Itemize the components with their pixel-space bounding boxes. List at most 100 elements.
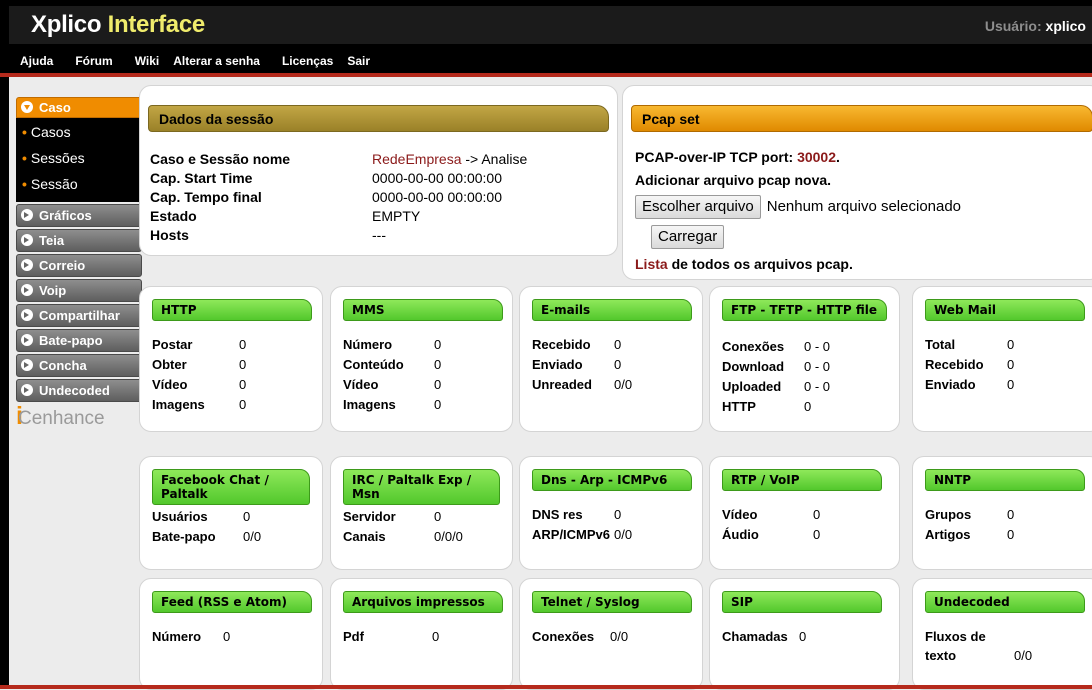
sidebar-item-label: Voip [39,283,67,298]
menu-forum[interactable]: Fórum [75,54,112,68]
stat-value: 0 [614,357,622,372]
stat-label: ARP/ICMPv6 [532,527,611,542]
stat-label: Vídeo [343,377,379,392]
sidebar-item-label: Concha [39,358,87,373]
card-title: Telnet / Syslog [532,591,692,613]
card-title: Arquivos impressos [343,591,503,613]
card-arquivos-impressos: Arquivos impressos Pdf 0 [330,578,513,690]
stat-value: 0/0 [614,527,633,542]
sidebar-subitem-label: Sessões [30,150,85,166]
app-title-xplico: Xplico [31,11,102,38]
stat-label: Bate-papo [152,529,216,544]
sidebar-item-label: Teia [39,233,65,248]
card-title: Dns - Arp - ICMPv6 [532,469,692,491]
pcap-list-line: Lista de todos os arquivos pcap. [635,256,853,272]
stat-label: Chamadas [722,629,788,644]
card-e-mails: E-mails Recebido 0 Enviado 0 Unreaded 0/0 [519,286,703,432]
case-link[interactable]: RedeEmpresa [372,151,462,167]
card-title: RTP / VoIP [722,469,882,491]
stat-label: Imagens [343,397,396,412]
expand-icon [21,309,33,321]
stat-value: 0 - 0 [804,359,831,374]
sidebar-item-graficos[interactable]: Gráficos [16,204,142,227]
sidebar-item-compartilhar[interactable]: Compartilhar [16,304,142,327]
menu-alterar-senha[interactable]: Alterar a senha [173,54,260,68]
stat-label: Fluxos de texto [925,629,986,663]
stat-value: 0 - 0 [804,379,831,394]
enhance-logo[interactable]: i Cenhance [16,402,142,430]
stat-value: 0 [614,507,622,522]
stat-value: 0 [1007,507,1015,522]
sidebar-item-undecoded[interactable]: Undecoded [16,379,142,402]
upload-button[interactable]: Carregar [651,225,725,249]
menu-ajuda[interactable]: Ajuda [20,54,53,68]
stat-value: 0 [434,357,442,372]
expand-icon [21,384,33,396]
sidebar-subitem-casos[interactable]: • Casos [16,120,142,146]
menu-licencas[interactable]: Licenças [282,54,333,68]
card-ftp-tftp-http-file: FTP - TFTP - HTTP file Conexões 0 - 0 Downl… [709,286,900,432]
card-title: FTP - TFTP - HTTP file [722,299,887,321]
card-title: Facebook Chat / Paltalk [152,469,310,505]
session-panel: Dados da sessão Caso e Sessão nome RedeE… [139,85,618,256]
card-undecoded: Undecoded Fluxos de texto 0/0 [912,578,1092,690]
hosts-label: Hosts [150,227,189,243]
card-feed-rss-e-atom: Feed (RSS e Atom) Número 0 [139,578,323,690]
stat-label: Pdf [343,629,364,644]
session-value: RedeEmpresa -> Analise [372,150,527,169]
stat-value: 0 [239,397,247,412]
app-header: Xplico Interface Usuário: xplico [0,0,1092,44]
card-telnet-syslog: Telnet / Syslog Conexões 0/0 [519,578,703,690]
user-name: xplico [1045,18,1086,34]
stat-value: 0 - 0 [804,339,831,354]
session-label: Caso e Sessão nome [150,151,291,167]
expand-icon [21,284,33,296]
stat-value: 0 [1007,377,1015,392]
bullet-icon: • [22,124,27,140]
choose-file-button[interactable]: Escolher arquivo [635,195,761,219]
card-title: Undecoded [925,591,1085,613]
stat-value: 0 [799,629,807,644]
card-title: SIP [722,591,882,613]
stat-value: 0 [434,377,442,392]
stat-value: 0 [1007,337,1015,352]
pcap-port-suffix: . [836,149,840,165]
sidebar-section-caso[interactable]: Caso [16,97,142,118]
sidebar-subitem-sessao[interactable]: • Sessão [16,172,142,198]
stat-label: Usuários [152,509,208,524]
sidebar: Caso • Casos • Sessões • Sessão Gráficos Te… [16,97,142,430]
card-title: MMS [343,299,503,321]
sidebar-item-correio[interactable]: Correio [16,254,142,277]
stat-label: Recebido [532,337,591,352]
card-title: IRC / Paltalk Exp / Msn [343,469,500,505]
no-file-selected: Nenhum arquivo selecionado [766,198,962,215]
pcap-panel: Pcap set PCAP-over-IP TCP port: 30002. A… [622,85,1092,280]
sidebar-item-label: Compartilhar [39,308,120,323]
stat-label: Obter [152,357,187,372]
stat-label: Número [343,337,393,352]
sidebar-subitem-sessoes[interactable]: • Sessões [16,146,142,172]
stat-value: 0 [223,629,231,644]
stat-value: 0 [434,337,442,352]
stat-label: Grupos [925,507,972,522]
app-title-interface: Interface [107,11,206,38]
menu-wiki[interactable]: Wiki [135,54,160,68]
stat-value: 0 [614,337,622,352]
menu-sair[interactable]: Sair [347,54,370,68]
stat-value: 0/0 [1014,648,1033,663]
sidebar-item-bate-papo[interactable]: Bate-papo [16,329,142,352]
expand-icon [21,359,33,371]
stat-label: Áudio [722,527,759,542]
sidebar-item-teia[interactable]: Teia [16,229,142,252]
stat-label: Conexões [722,339,785,354]
session-panel-title: Dados da sessão [148,105,609,132]
pcap-list-link[interactable]: Lista [635,256,668,272]
stat-value: 0 [1007,357,1015,372]
pcap-list-text: de todos os arquivos pcap. [667,256,853,272]
sidebar-item-voip[interactable]: Voip [16,279,142,302]
card-mms: MMS Número 0 Conteúdo 0 Vídeo 0 Imagens 0 [330,286,513,432]
sidebar-item-concha[interactable]: Concha [16,354,142,377]
sidebar-item-label: Bate-papo [39,333,103,348]
start-time-value: 0000-00-00 00:00:00 [372,170,502,186]
sidebar-section-label: Caso [39,100,71,115]
